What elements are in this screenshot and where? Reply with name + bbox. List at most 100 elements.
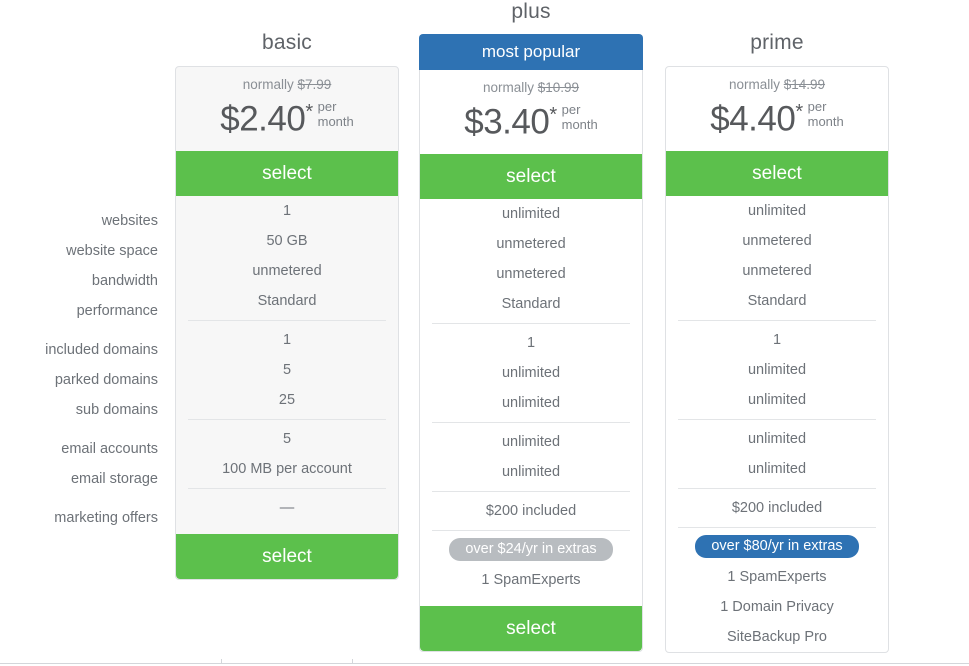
feature-label-website-space: website space	[66, 243, 158, 259]
feature-label-marketing-offers: marketing offers	[54, 510, 158, 526]
select-button-basic-bottom[interactable]: select	[176, 533, 398, 579]
price-value: $3.40	[464, 102, 550, 142]
normally-prefix: normally	[728, 77, 780, 92]
original-price: $14.99	[783, 77, 826, 92]
period-month: month	[317, 114, 354, 129]
feature-value-included-domains: 1	[282, 331, 292, 348]
price-block-prime: normally $14.99 $4.40* per month	[666, 67, 888, 151]
feature-value-email-storage: 100 MB per account	[222, 460, 352, 477]
feature-value-marketing-offers: —	[279, 499, 295, 516]
plan-card-prime: normally $14.99 $4.40* per month select …	[665, 66, 889, 653]
feature-label-websites: websites	[101, 213, 158, 229]
extras-badge-plus[interactable]: over $24/yr in extras	[449, 538, 613, 562]
feature-label-column: websites website space bandwidth perform…	[0, 206, 158, 533]
table-bottom-rule	[0, 663, 969, 664]
feature-value-marketing-offers: $200 included	[731, 499, 823, 516]
feature-group-separator	[666, 415, 888, 424]
extras-separator	[666, 523, 888, 532]
select-button-prime-top[interactable]: select	[666, 150, 888, 196]
plan-card-basic: normally $7.99 $2.40* per month select 1…	[175, 66, 399, 580]
feature-value-websites: unlimited	[747, 202, 807, 219]
feature-value-website-space: unmetered	[742, 232, 812, 249]
feature-value-marketing-offers: $200 included	[485, 502, 577, 519]
feature-value-parked-domains: unlimited	[501, 364, 561, 381]
normally-price-plus: normally $10.99	[420, 80, 642, 95]
extras-badge-prime[interactable]: over $80/yr in extras	[695, 535, 859, 559]
plan-title-plus: plus	[511, 0, 551, 23]
feature-group-separator	[176, 415, 398, 424]
feature-value-sub-domains: unlimited	[501, 394, 561, 411]
normally-prefix: normally	[482, 80, 534, 95]
feature-value-website-space: unmetered	[496, 235, 566, 252]
feature-value-performance: Standard	[257, 292, 317, 309]
features-prime: unlimited unmetered unmetered Standard 1…	[666, 196, 888, 652]
period-month: month	[807, 114, 844, 129]
feature-value-performance: Standard	[501, 295, 561, 312]
feature-group-separator	[420, 319, 642, 328]
feature-group-separator	[176, 484, 398, 493]
plan-title-basic: basic	[261, 31, 313, 54]
feature-group-separator	[666, 316, 888, 325]
original-price: $10.99	[537, 80, 580, 95]
features-basic: 1 50 GB unmetered Standard 1 5 25 5 100 …	[176, 196, 398, 534]
feature-group-separator	[666, 484, 888, 493]
feature-label-included-domains: included domains	[45, 342, 158, 358]
feature-value-website-space: 50 GB	[266, 232, 308, 249]
original-price: $7.99	[297, 77, 332, 92]
table-bottom-tick	[352, 659, 353, 663]
extras-pill-row-prime: over $80/yr in extras	[666, 532, 888, 562]
select-button-plus-top[interactable]: select	[420, 153, 642, 199]
price-amount-basic: $2.40*	[220, 93, 313, 139]
price-period-plus: per month	[562, 102, 598, 132]
feature-label-email-storage: email storage	[70, 471, 158, 487]
extras-pill-row-plus: over $24/yr in extras	[420, 535, 642, 565]
select-button-basic-top[interactable]: select	[176, 150, 398, 196]
price-block-plus: normally $10.99 $3.40* per month	[420, 70, 642, 154]
label-group-divider	[0, 425, 158, 434]
plan-column-basic: basic normally $7.99 $2.40* per month se…	[175, 0, 399, 580]
feature-value-parked-domains: unlimited	[747, 361, 807, 378]
feature-group-separator	[420, 487, 642, 496]
period-per: per	[317, 99, 337, 114]
price-row-prime: $4.40* per month	[666, 93, 888, 139]
price-asterisk: *	[549, 104, 557, 126]
price-row-plus: $3.40* per month	[420, 96, 642, 142]
feature-group-separator	[420, 418, 642, 427]
feature-value-included-domains: 1	[526, 334, 536, 351]
feature-value-email-accounts: unlimited	[501, 433, 561, 450]
label-group-divider	[0, 494, 158, 503]
feature-label-bandwidth: bandwidth	[91, 273, 158, 289]
price-asterisk: *	[795, 101, 803, 123]
feature-group-separator	[176, 316, 398, 325]
feature-value-bandwidth: unmetered	[742, 262, 812, 279]
feature-value-email-accounts: unlimited	[747, 430, 807, 447]
price-row-basic: $2.40* per month	[176, 93, 398, 139]
feature-value-bandwidth: unmetered	[496, 265, 566, 282]
plan-title-prime: prime	[750, 31, 804, 54]
feature-label-sub-domains: sub domains	[75, 402, 158, 418]
extra-item-spamexperts: 1 SpamExperts	[727, 568, 827, 585]
table-bottom-tick	[221, 659, 222, 663]
price-asterisk: *	[305, 101, 313, 123]
normally-price-basic: normally $7.99	[176, 77, 398, 92]
features-bottom-pad	[176, 523, 398, 534]
plan-card-plus: normally $10.99 $3.40* per month select …	[419, 70, 643, 652]
extras-separator	[420, 526, 642, 535]
feature-label-parked-domains: parked domains	[54, 372, 158, 388]
pricing-table: websites website space bandwidth perform…	[0, 0, 969, 666]
feature-value-email-accounts: 5	[282, 430, 292, 447]
feature-value-email-storage: unlimited	[501, 463, 561, 480]
select-button-plus-bottom[interactable]: select	[420, 605, 642, 651]
price-amount-plus: $3.40*	[464, 96, 557, 142]
price-block-basic: normally $7.99 $2.40* per month	[176, 67, 398, 151]
extra-item-spamexperts: 1 SpamExperts	[481, 571, 581, 588]
price-period-basic: per month	[318, 99, 354, 129]
feature-value-websites: unlimited	[501, 205, 561, 222]
normally-price-prime: normally $14.99	[666, 77, 888, 92]
most-popular-banner: most popular	[419, 34, 643, 70]
features-plus: unlimited unmetered unmetered Standard 1…	[420, 199, 642, 606]
feature-value-sub-domains: 25	[278, 391, 296, 408]
feature-value-performance: Standard	[747, 292, 807, 309]
feature-label-email-accounts: email accounts	[61, 441, 158, 457]
period-month: month	[561, 117, 598, 132]
